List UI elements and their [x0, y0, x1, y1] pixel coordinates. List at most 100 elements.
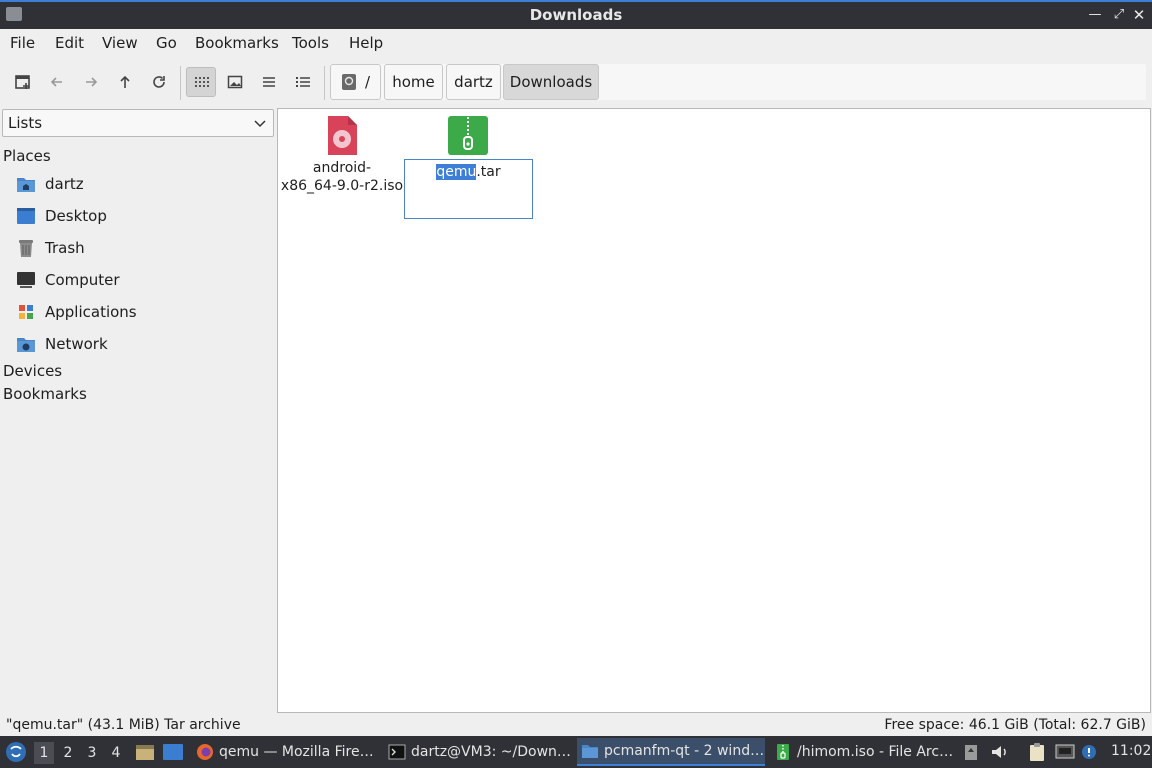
archive-icon — [406, 115, 530, 159]
file-view[interactable]: android- x86_64-9.0-r2.iso qemu.tar — [277, 108, 1151, 713]
workspace-4[interactable]: 4 — [106, 742, 126, 764]
status-selection-info: "qemu.tar" (43.1 MiB) Tar archive — [6, 717, 241, 733]
lxqt-logo-icon — [6, 742, 26, 762]
quicklaunch-file-manager[interactable] — [135, 743, 155, 761]
maximize-button[interactable]: ⤢ — [1110, 5, 1128, 25]
file-item-qemu-tar[interactable] — [406, 115, 530, 159]
sidebar-item-desktop[interactable]: Desktop — [16, 204, 266, 228]
workspace-1[interactable]: 1 — [34, 742, 54, 764]
path-crumb-home[interactable]: home — [384, 64, 443, 100]
arrow-left-icon — [50, 77, 62, 87]
archive-manager-icon — [774, 743, 792, 761]
menu-help[interactable]: Help — [349, 34, 383, 52]
path-root-label: / — [364, 73, 371, 91]
window-title: Downloads — [529, 6, 623, 24]
firefox-icon — [196, 743, 214, 761]
reload-icon — [153, 76, 165, 88]
back-button[interactable] — [42, 67, 72, 97]
list-detailed-icon — [296, 77, 310, 87]
menu-edit[interactable]: Edit — [55, 34, 84, 52]
trash-icon — [16, 238, 36, 258]
task-firefox[interactable]: qemu — Mozilla Fire… — [192, 738, 378, 766]
bookmarks-heading[interactable]: Bookmarks — [3, 385, 87, 403]
applications-icon — [16, 302, 36, 322]
home-folder-icon — [16, 174, 36, 194]
file-name-line: android- — [312, 160, 372, 176]
path-crumb-label: dartz — [454, 73, 493, 91]
image-icon — [227, 75, 243, 89]
eject-icon — [965, 745, 977, 760]
compact-view-button[interactable] — [254, 67, 284, 97]
menu-go[interactable]: Go — [156, 34, 177, 52]
task-label: pcmanfm-qt - 2 wind… — [604, 743, 765, 759]
menu-bar: File Edit View Go Bookmarks Tools Help — [0, 29, 1152, 56]
chevron-down-icon — [254, 120, 266, 128]
tray-mount-button[interactable] — [962, 742, 980, 762]
workspace-2[interactable]: 2 — [58, 742, 78, 764]
reload-button[interactable] — [144, 67, 174, 97]
path-crumb-downloads[interactable]: Downloads — [503, 64, 599, 100]
path-crumb-label: Downloads — [509, 73, 593, 91]
drive-icon — [341, 74, 356, 90]
file-name-line: x86_64-9.0-r2.iso — [280, 178, 404, 194]
sidebar-item-applications[interactable]: Applications — [16, 300, 266, 324]
start-menu-button[interactable] — [5, 741, 27, 763]
menu-view[interactable]: View — [102, 34, 138, 52]
task-pcmanfm[interactable]: pcmanfm-qt - 2 wind… — [577, 738, 765, 766]
path-crumb-dartz[interactable]: dartz — [446, 64, 501, 100]
tray-clipboard-button[interactable] — [1028, 742, 1046, 762]
network-icon — [1055, 744, 1075, 759]
task-label: /himom.iso - File Arc… — [797, 744, 954, 760]
sidebar-mode-select[interactable]: Lists — [2, 109, 274, 137]
minimize-button[interactable]: — — [1086, 5, 1104, 25]
icon-view-button[interactable] — [186, 67, 216, 97]
tray-network-button[interactable] — [1055, 742, 1075, 762]
detailed-view-button[interactable] — [288, 67, 318, 97]
file-manager-icon — [581, 742, 599, 760]
rename-selected-text: qemu — [436, 164, 477, 180]
close-button[interactable]: ✕ — [1130, 5, 1148, 25]
disc-image-icon — [280, 115, 404, 159]
task-file-archiver[interactable]: /himom.iso - File Arc… — [770, 738, 956, 766]
taskbar: 1 2 3 4 qemu — Mozilla Fire… dartz@VM3: … — [0, 736, 1152, 768]
file-cabinet-icon — [136, 745, 154, 760]
quicklaunch-show-desktop[interactable] — [162, 743, 184, 761]
thumbnail-view-button[interactable] — [220, 67, 250, 97]
tray-volume-button[interactable] — [990, 742, 1010, 762]
speaker-icon — [992, 746, 1006, 758]
devices-heading[interactable]: Devices — [3, 362, 62, 380]
menu-bookmarks[interactable]: Bookmarks — [195, 34, 279, 52]
list-compact-icon — [263, 77, 275, 87]
task-terminal[interactable]: dartz@VM3: ~/Down… — [384, 738, 572, 766]
tray-notification-button[interactable] — [1080, 742, 1098, 762]
menu-tools[interactable]: Tools — [292, 34, 329, 52]
forward-button[interactable] — [76, 67, 106, 97]
title-bar: Downloads — ⤢ ✕ — [0, 0, 1152, 29]
path-root-button[interactable]: / — [330, 64, 381, 100]
status-free-space: Free space: 46.1 GiB (Total: 62.7 GiB) — [884, 717, 1146, 733]
network-icon — [16, 334, 36, 354]
path-crumb-label: home — [392, 73, 435, 91]
sidebar-item-trash[interactable]: Trash — [16, 236, 266, 260]
places-heading[interactable]: Places — [3, 147, 51, 165]
menu-file[interactable]: File — [10, 34, 35, 52]
arrow-up-icon — [120, 75, 130, 88]
icon-grid-icon — [195, 77, 209, 87]
clock[interactable]: 11:02 — [1111, 743, 1151, 759]
toolbar-separator — [324, 66, 325, 100]
sidebar-item-label: Desktop — [45, 207, 107, 225]
sidebar-item-label: dartz — [45, 175, 84, 193]
workspace-3[interactable]: 3 — [82, 742, 102, 764]
sidebar-item-network[interactable]: Network — [16, 332, 266, 356]
arrow-right-icon — [86, 77, 98, 87]
sidebar-item-computer[interactable]: Computer — [16, 268, 266, 292]
task-label: dartz@VM3: ~/Down… — [411, 744, 571, 760]
up-button[interactable] — [110, 67, 140, 97]
rename-field[interactable]: qemu.tar — [404, 159, 533, 219]
file-item-android-iso[interactable]: android- x86_64-9.0-r2.iso — [280, 115, 404, 195]
task-label: qemu — Mozilla Fire… — [219, 744, 374, 760]
sidebar-item-dartz[interactable]: dartz — [16, 172, 266, 196]
clipboard-icon — [1030, 743, 1044, 761]
new-tab-button[interactable] — [8, 67, 38, 97]
desktop-icon — [163, 744, 183, 760]
